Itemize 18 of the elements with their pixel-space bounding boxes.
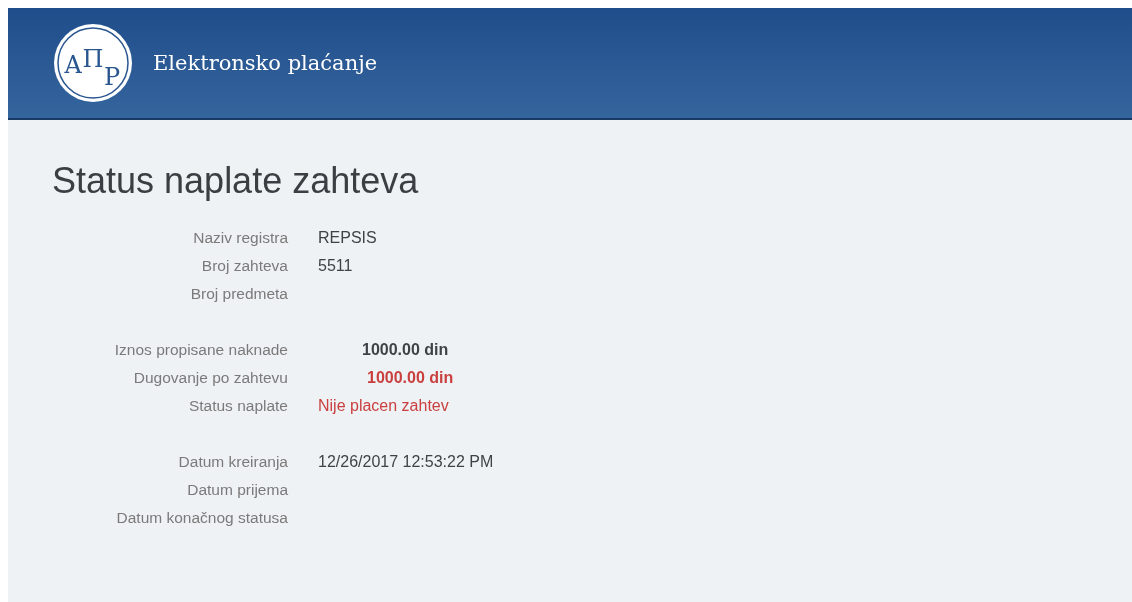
field-value: 5511 — [318, 256, 353, 276]
field-label: Broj predmeta — [189, 284, 288, 304]
field-value: 12/26/2017 12:53:22 PM — [318, 452, 494, 472]
field-value: 1000.00 din — [362, 340, 449, 360]
field-value: Nije placen zahtev — [318, 396, 449, 416]
field-label: Broj zahteva — [200, 256, 288, 276]
app-title: Elektronsko plaćanje — [153, 51, 378, 75]
field-label: Datum konačnog statusa — [115, 508, 288, 528]
field-value: 1000.00 din — [367, 368, 454, 388]
field-label: Dugovanje po zahtevu — [132, 368, 288, 388]
field-label: Iznos propisane naknade — [113, 340, 288, 360]
field-label: Datum prijema — [186, 480, 288, 500]
logo-icon: АП Р — [53, 23, 133, 103]
field-label: Status naplate — [187, 396, 288, 416]
field-label: Datum kreiranja — [177, 452, 288, 472]
field-label: Naziv registra — [192, 228, 288, 248]
field-value: REPSIS — [318, 228, 377, 248]
page-title: Status naplate zahteva — [52, 160, 420, 202]
